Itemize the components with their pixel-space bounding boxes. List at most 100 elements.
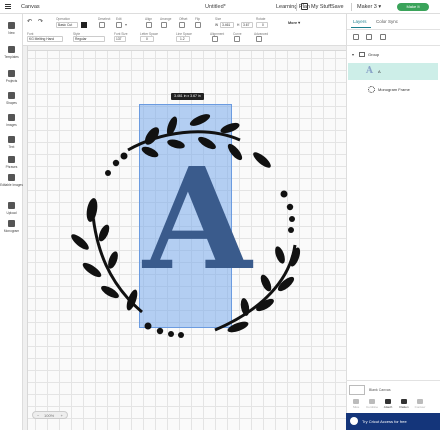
phrases-icon (8, 156, 15, 163)
zoom-out-button[interactable]: − (37, 412, 39, 419)
zoom-control: − 100% + (32, 411, 68, 419)
dot (105, 170, 111, 176)
dot (289, 216, 295, 222)
app-title: Canvas (21, 4, 40, 10)
sidebar-item-text[interactable]: Text (0, 134, 23, 154)
my-stuff-icon[interactable] (301, 3, 308, 10)
sidebar-item-phrases[interactable]: Phrases (0, 154, 23, 174)
divider (351, 3, 352, 11)
layer-row-a[interactable]: A A (348, 63, 438, 80)
layer-group-row[interactable]: ▾ Group (347, 50, 440, 60)
combine-icon (369, 399, 375, 404)
more-button[interactable]: More ▾ (288, 20, 300, 25)
contour-icon (417, 399, 423, 404)
deselect-icon[interactable] (99, 22, 105, 28)
sidebar-item-editable-images[interactable]: Editable Images (0, 172, 23, 198)
redo-icon[interactable]: ↷ (38, 18, 43, 25)
color-swatch[interactable] (81, 22, 87, 28)
attach-icon (385, 399, 391, 404)
divider (296, 3, 297, 11)
width-input[interactable]: 3.461 (220, 22, 234, 28)
left-sidebar: New Templates Projects Shapes Images Tex… (0, 14, 23, 430)
flip-label: Flip (195, 17, 201, 21)
layer-row-monogram-frame[interactable]: Monogram Frame (348, 84, 438, 96)
contour-button[interactable]: Contour (413, 399, 427, 409)
operation-label: Operation (56, 17, 70, 21)
sidebar-item-projects[interactable]: Projects (0, 68, 23, 88)
active-tab-indicator (351, 27, 371, 28)
contour-label: Contour (414, 405, 426, 409)
sidebar-item-shapes[interactable]: Shapes (0, 90, 23, 110)
hamburger-menu-icon[interactable] (5, 4, 11, 9)
layer-label: Monogram Frame (378, 87, 410, 92)
font-size-input[interactable]: 137 (114, 36, 126, 42)
make-it-button[interactable]: Make It (397, 3, 429, 11)
machine-select[interactable]: Maker 3 ▾ (357, 4, 381, 10)
style-value: Regular (75, 37, 87, 41)
dot (286, 203, 294, 211)
leaf (86, 198, 98, 222)
document-title[interactable]: Untitled* (205, 4, 226, 10)
combine-button[interactable]: Combine (365, 399, 379, 409)
slice-button[interactable]: Slice (349, 399, 363, 409)
attach-label: Attach (383, 405, 393, 409)
chevron-down-icon[interactable]: ▾ (352, 52, 354, 57)
rotate-input[interactable]: 0 (256, 22, 268, 28)
size-tooltip: 3.461 in x 3.67 in (171, 93, 204, 100)
editable-image-icon (8, 174, 15, 181)
tab-color-sync[interactable]: Color Sync (376, 19, 398, 24)
edit-icon[interactable] (116, 22, 122, 28)
leaf (82, 262, 102, 278)
save-button[interactable]: Save (331, 4, 344, 10)
attach-button[interactable]: Attach (381, 399, 395, 409)
leaf (253, 152, 271, 168)
sidebar-item-label: Projects (5, 79, 18, 83)
style-select[interactable]: Regular (73, 36, 105, 42)
align-icon[interactable] (146, 22, 152, 28)
sidebar-item-upload[interactable]: Upload (0, 200, 23, 220)
offset-label: Offset (179, 17, 188, 21)
operation-value: Basic Cut (58, 23, 73, 27)
group-icon[interactable] (353, 34, 359, 40)
dot (288, 227, 294, 233)
font-select[interactable]: KG Melting Hand (27, 36, 63, 42)
text-align-icon[interactable] (212, 36, 218, 42)
sidebar-item-label: Images (6, 123, 17, 127)
more-label: More (288, 21, 298, 25)
flatten-label: Flatten (399, 405, 409, 409)
height-label: H (237, 23, 240, 27)
sidebar-item-label: Shapes (6, 101, 17, 105)
flatten-button[interactable]: Flatten (397, 399, 411, 409)
arrange-icon[interactable] (161, 22, 167, 28)
blank-canvas-label: Blank Canvas (369, 388, 391, 392)
sidebar-item-monogram[interactable]: Monogram (0, 218, 23, 238)
delete-icon[interactable] (380, 34, 386, 40)
advanced-icon[interactable] (256, 36, 262, 42)
letter-space-input[interactable]: 0 (140, 36, 154, 42)
zoom-in-button[interactable]: + (61, 412, 63, 419)
curve-icon[interactable] (234, 36, 240, 42)
sidebar-item-images[interactable]: Images (0, 112, 23, 132)
my-stuff-link[interactable]: My Stuff (311, 4, 331, 10)
tab-layers[interactable]: Layers (353, 19, 367, 24)
cricut-access-banner[interactable]: Try Cricut Access for free (346, 413, 440, 430)
line-space-input[interactable]: 1.2 (176, 36, 190, 42)
operation-select[interactable]: Basic Cut (56, 22, 78, 28)
duplicate-icon[interactable] (366, 34, 372, 40)
sidebar-item-label: Upload (6, 211, 17, 215)
flip-icon[interactable] (195, 22, 201, 28)
blank-canvas-row[interactable]: Blank Canvas (346, 383, 440, 397)
leaf (275, 246, 285, 264)
access-banner-text: Try Cricut Access for free (362, 419, 407, 424)
sidebar-item-new[interactable]: New (0, 20, 23, 40)
undo-icon[interactable]: ↶ (27, 18, 32, 25)
sidebar-item-templates[interactable]: Templates (0, 44, 23, 64)
sidebar-item-label: Editable Images (0, 183, 23, 187)
width-label: W (215, 23, 219, 27)
machine-label: Maker 3 (357, 4, 377, 10)
height-input[interactable]: 3.67 (241, 22, 253, 28)
divider (347, 29, 440, 30)
offset-icon[interactable] (179, 22, 185, 28)
chevron-down-icon[interactable]: ▾ (125, 22, 127, 27)
monogram-letter[interactable]: A (143, 150, 252, 290)
